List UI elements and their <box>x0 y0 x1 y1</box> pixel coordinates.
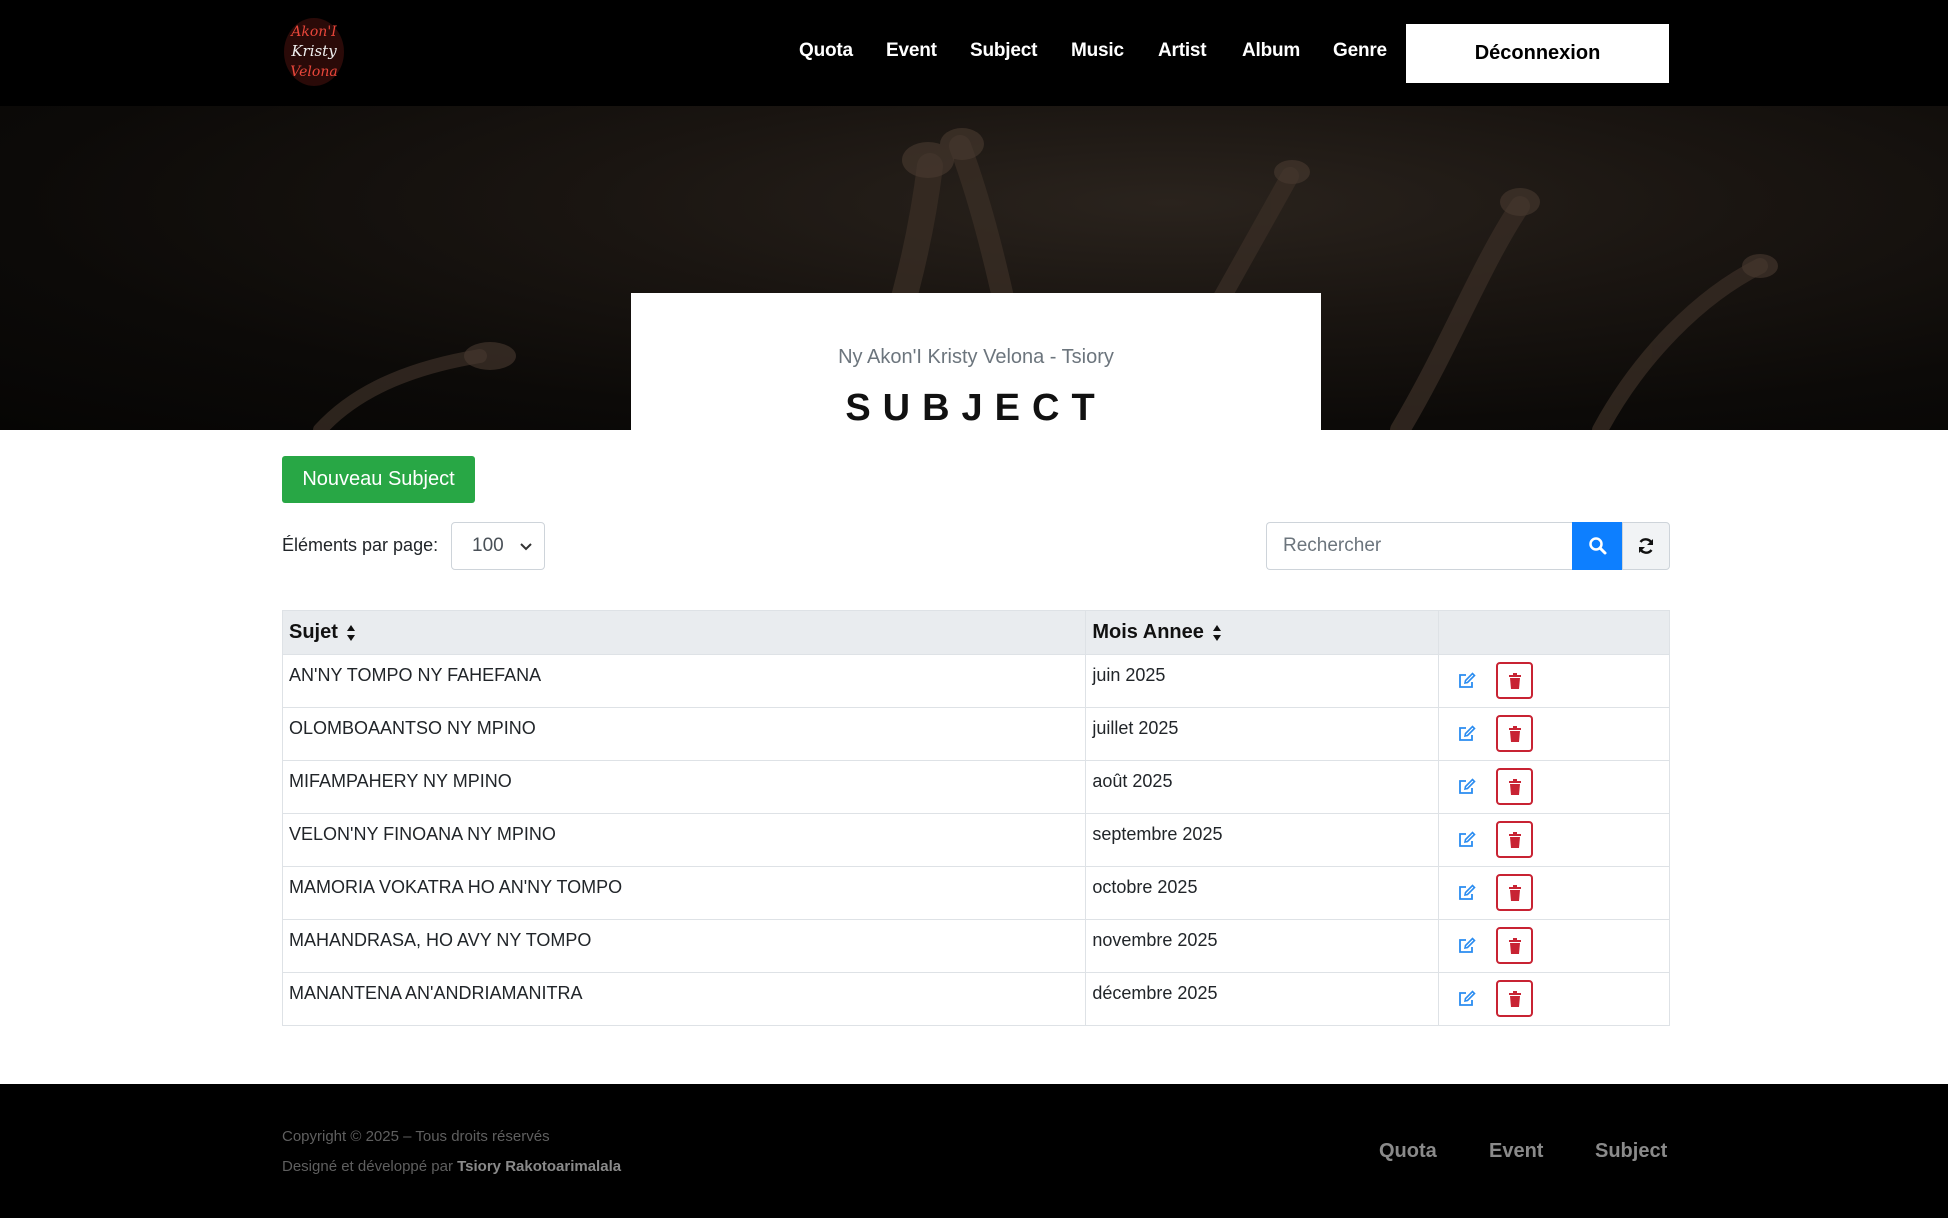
table-row: OLOMBOAANTSO NY MPINO juillet 2025 <box>281 707 1670 761</box>
edit-icon[interactable] <box>1455 722 1479 746</box>
cell-mois-annee: juin 2025 <box>1085 654 1440 708</box>
cell-actions <box>1438 919 1670 973</box>
cell-mois-annee: juillet 2025 <box>1085 707 1440 761</box>
search-button[interactable] <box>1572 522 1623 570</box>
cell-sujet: OLOMBOAANTSO NY MPINO <box>281 707 1087 761</box>
nav-link-music[interactable]: Music <box>1071 40 1124 62</box>
edit-icon[interactable] <box>1455 775 1479 799</box>
table-row: VELON'NY FINOANA NY MPINO septembre 2025 <box>281 813 1670 867</box>
trash-icon <box>1508 937 1521 954</box>
table-row: MIFAMPAHERY NY MPINO août 2025 <box>281 760 1670 814</box>
footer-link-subject[interactable]: Subject <box>1595 1140 1667 1163</box>
cell-mois-annee: août 2025 <box>1085 760 1440 814</box>
nav-link-genre[interactable]: Genre <box>1333 40 1387 62</box>
column-header-actions <box>1438 610 1670 655</box>
cell-actions <box>1438 972 1670 1026</box>
nav-link-quota[interactable]: Quota <box>799 40 853 62</box>
edit-icon[interactable] <box>1455 934 1479 958</box>
footer-link-quota[interactable]: Quota <box>1379 1140 1437 1163</box>
table-row: MAMORIA VOKATRA HO AN'NY TOMPO octobre 2… <box>281 866 1670 920</box>
per-page-select[interactable]: 100 <box>451 522 545 570</box>
cell-sujet: MAMORIA VOKATRA HO AN'NY TOMPO <box>281 866 1087 920</box>
cell-sujet: MIFAMPAHERY NY MPINO <box>281 760 1087 814</box>
trash-icon <box>1508 725 1521 742</box>
table-row: MAHANDRASA, HO AVY NY TOMPO novembre 202… <box>281 919 1670 973</box>
table-header-row: Sujet Mois Annee <box>281 610 1670 655</box>
page-title-card: Ny Akon'I Kristy Velona - Tsiory SUBJECT <box>631 293 1321 430</box>
cell-sujet: MANANTENA AN'ANDRIAMANITRA <box>281 972 1087 1026</box>
trash-icon <box>1508 884 1521 901</box>
delete-button[interactable] <box>1496 715 1534 752</box>
cell-actions <box>1438 760 1670 814</box>
table-row: AN'NY TOMPO NY FAHEFANA juin 2025 <box>281 654 1670 708</box>
cell-sujet: VELON'NY FINOANA NY MPINO <box>281 813 1087 867</box>
delete-button[interactable] <box>1496 980 1534 1017</box>
svg-text:Kristy: Kristy <box>290 42 337 60</box>
table-body: AN'NY TOMPO NY FAHEFANA juin 2025 OLOMBO… <box>281 654 1670 1026</box>
table-row: MANANTENA AN'ANDRIAMANITRA décembre 2025 <box>281 972 1670 1026</box>
per-page-value: 100 <box>472 535 504 556</box>
trash-icon <box>1508 990 1521 1007</box>
svg-text:Velona: Velona <box>290 64 337 80</box>
column-header-sujet[interactable]: Sujet <box>281 610 1087 655</box>
svg-text:Akon'I: Akon'I <box>289 24 337 40</box>
edit-icon[interactable] <box>1455 881 1479 905</box>
delete-button[interactable] <box>1496 662 1534 699</box>
cell-mois-annee: octobre 2025 <box>1085 866 1440 920</box>
page-title: SUBJECT <box>845 387 1107 429</box>
edit-icon[interactable] <box>1455 987 1479 1011</box>
nav-link-album[interactable]: Album <box>1242 40 1300 62</box>
footer-link-event[interactable]: Event <box>1489 1140 1543 1163</box>
footer-designer-name: Tsiory Rakotoarimalala <box>457 1158 622 1175</box>
delete-button[interactable] <box>1496 874 1534 911</box>
cell-sujet: MAHANDRASA, HO AVY NY TOMPO <box>281 919 1087 973</box>
refresh-icon <box>1638 538 1654 554</box>
edit-icon[interactable] <box>1455 669 1479 693</box>
edit-icon[interactable] <box>1455 828 1479 852</box>
per-page-label: Éléments par page: <box>282 535 439 555</box>
cell-actions <box>1438 866 1670 920</box>
cell-actions <box>1438 654 1670 708</box>
page-footer: Copyright © 2025 – Tous droits réservés … <box>0 1084 1948 1218</box>
nav-link-subject[interactable]: Subject <box>970 40 1037 62</box>
new-subject-button[interactable]: Nouveau Subject <box>282 456 475 503</box>
trash-icon <box>1508 672 1521 689</box>
nav-link-artist[interactable]: Artist <box>1158 40 1207 62</box>
cell-mois-annee: novembre 2025 <box>1085 919 1440 973</box>
cell-mois-annee: septembre 2025 <box>1085 813 1440 867</box>
sort-icon <box>347 624 356 641</box>
search-icon <box>1588 537 1606 555</box>
column-header-mois-annee[interactable]: Mois Annee <box>1085 610 1440 655</box>
footer-credits: Designé et développé par Tsiory Rakotoar… <box>282 1158 622 1175</box>
footer-copyright: Copyright © 2025 – Tous droits réservés <box>282 1128 550 1145</box>
trash-icon <box>1508 831 1521 848</box>
sort-icon <box>1213 624 1222 641</box>
subjects-table: Sujet Mois Annee AN'NY TOMPO NY FAHEFANA… <box>281 610 1670 1026</box>
delete-button[interactable] <box>1496 927 1534 964</box>
cell-sujet: AN'NY TOMPO NY FAHEFANA <box>281 654 1087 708</box>
chevron-down-icon <box>520 543 532 551</box>
delete-button[interactable] <box>1496 768 1534 805</box>
logout-button[interactable]: Déconnexion <box>1406 24 1669 83</box>
cell-mois-annee: décembre 2025 <box>1085 972 1440 1026</box>
search-placeholder: Rechercher <box>1283 535 1382 556</box>
nav-link-event[interactable]: Event <box>886 40 937 62</box>
cell-actions <box>1438 813 1670 867</box>
refresh-button[interactable] <box>1622 522 1670 570</box>
page-subtitle: Ny Akon'I Kristy Velona - Tsiory <box>838 346 1114 368</box>
cell-actions <box>1438 707 1670 761</box>
brand-logo[interactable]: Akon'I Kristy Velona <box>281 14 347 90</box>
trash-icon <box>1508 778 1521 795</box>
delete-button[interactable] <box>1496 821 1534 858</box>
search-input[interactable]: Rechercher <box>1266 522 1573 570</box>
top-navbar: Akon'I Kristy Velona Quota Event Subject… <box>0 0 1948 106</box>
